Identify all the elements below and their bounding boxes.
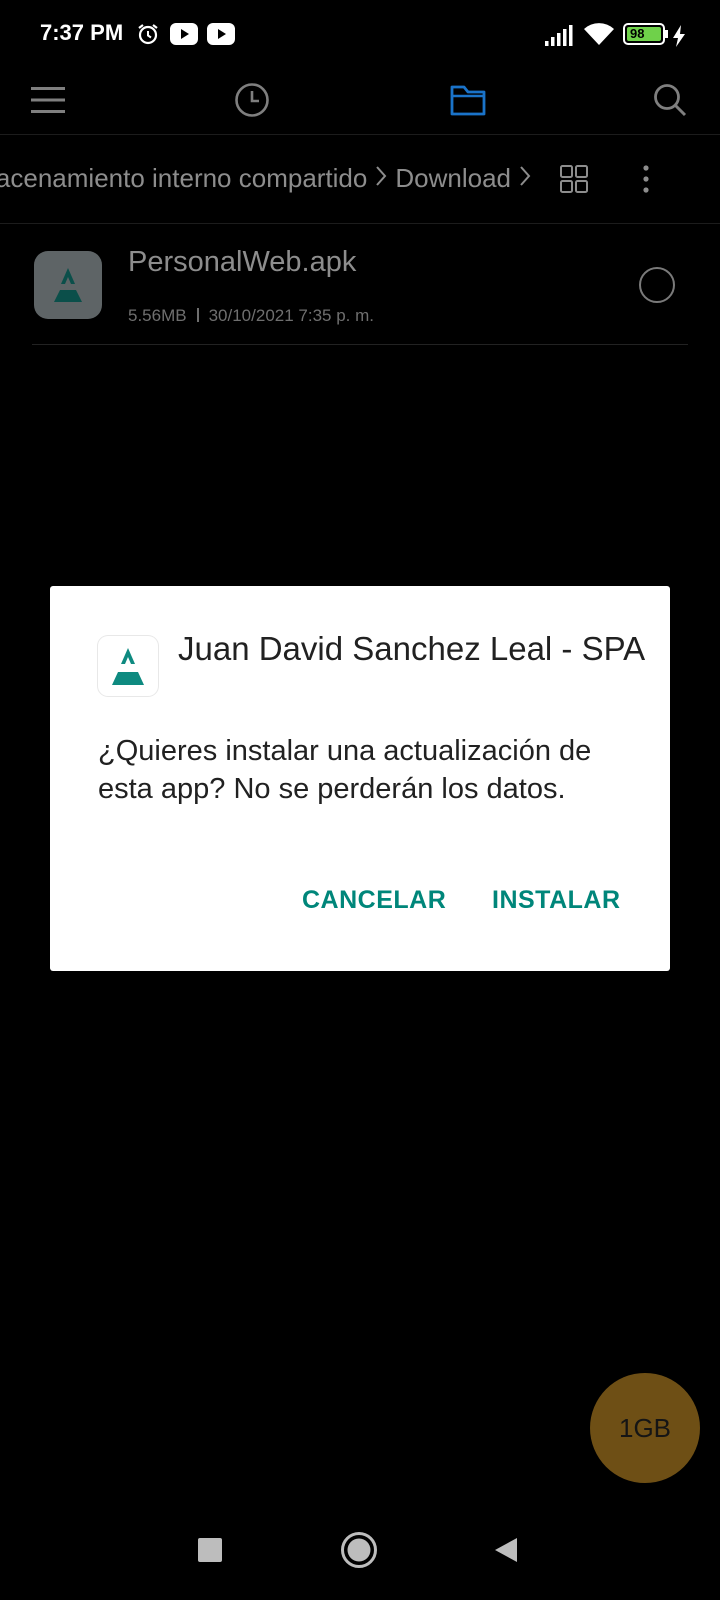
dialog-title: Juan David Sanchez Leal - SPA	[178, 630, 646, 667]
grid-view-icon	[556, 165, 592, 201]
list-item[interactable]: PersonalWeb.apk 5.56MB 30/10/2021 7:35 p.…	[32, 224, 688, 345]
breadcrumb-item-download[interactable]: Download	[395, 163, 511, 194]
charging-icon	[672, 25, 686, 52]
navigation-bar	[0, 1500, 720, 1600]
youtube-icon	[170, 23, 198, 50]
folder-icon	[450, 84, 486, 121]
storage-cleanup-button[interactable]: 1GB	[590, 1373, 700, 1483]
file-meta: 5.56MB 30/10/2021 7:35 p. m.	[128, 306, 374, 326]
cancel-button[interactable]: CANCELAR	[302, 886, 446, 915]
recents-icon	[197, 1537, 223, 1568]
search-icon	[652, 82, 688, 123]
select-checkbox[interactable]	[639, 267, 675, 303]
status-bar: 7:37 PM 98	[0, 0, 720, 70]
more-options-button[interactable]	[628, 161, 664, 197]
back-icon	[493, 1536, 519, 1569]
battery-level: 98	[630, 26, 645, 41]
more-vertical-icon	[628, 165, 664, 201]
breadcrumb-item-storage[interactable]: Almacenamiento interno compartido	[0, 163, 367, 194]
back-button[interactable]	[484, 1530, 528, 1574]
install-dialog: Juan David Sanchez Leal - SPA ¿Quieres i…	[50, 586, 670, 971]
recents-button[interactable]	[188, 1530, 232, 1574]
menu-button[interactable]	[22, 76, 74, 128]
breadcrumb: Almacenamiento interno compartido Downlo…	[0, 135, 720, 224]
home-button[interactable]	[337, 1530, 381, 1574]
battery-icon: 98	[623, 23, 669, 50]
apk-app-icon	[34, 251, 102, 319]
chevron-right-icon	[375, 163, 387, 194]
alarm-icon	[136, 22, 160, 51]
file-size: 5.56MB	[128, 306, 187, 325]
storage-label: 1GB	[618, 1412, 672, 1443]
menu-icon	[31, 86, 65, 119]
signal-icon	[545, 24, 573, 51]
breadcrumb-path: Almacenamiento interno compartido Downlo…	[0, 135, 545, 223]
dialog-message: ¿Quieres instalar una actualización de e…	[98, 735, 592, 805]
grid-view-button[interactable]	[556, 161, 592, 197]
youtube-icon	[207, 23, 235, 50]
toolbar	[0, 70, 720, 135]
search-button[interactable]	[644, 76, 696, 128]
history-icon	[234, 82, 270, 123]
tab-history[interactable]	[226, 76, 278, 128]
wifi-icon	[584, 23, 614, 52]
file-date: 30/10/2021 7:35 p. m.	[208, 306, 374, 325]
app-icon	[98, 636, 158, 696]
chevron-right-icon	[519, 163, 531, 194]
tab-files[interactable]	[442, 76, 494, 128]
file-name: PersonalWeb.apk	[128, 246, 357, 278]
install-button[interactable]: INSTALAR	[492, 886, 621, 915]
home-icon	[340, 1531, 378, 1574]
status-time: 7:37 PM	[40, 20, 124, 45]
meta-divider	[196, 308, 199, 322]
